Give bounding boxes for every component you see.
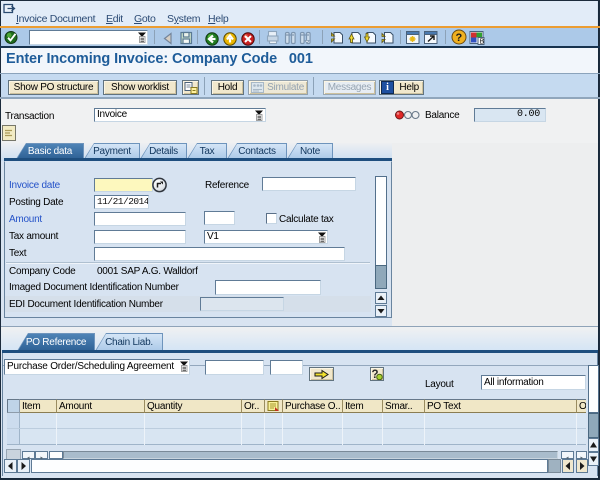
svg-text:?: ? bbox=[456, 32, 463, 44]
svg-text:B: B bbox=[480, 39, 485, 46]
